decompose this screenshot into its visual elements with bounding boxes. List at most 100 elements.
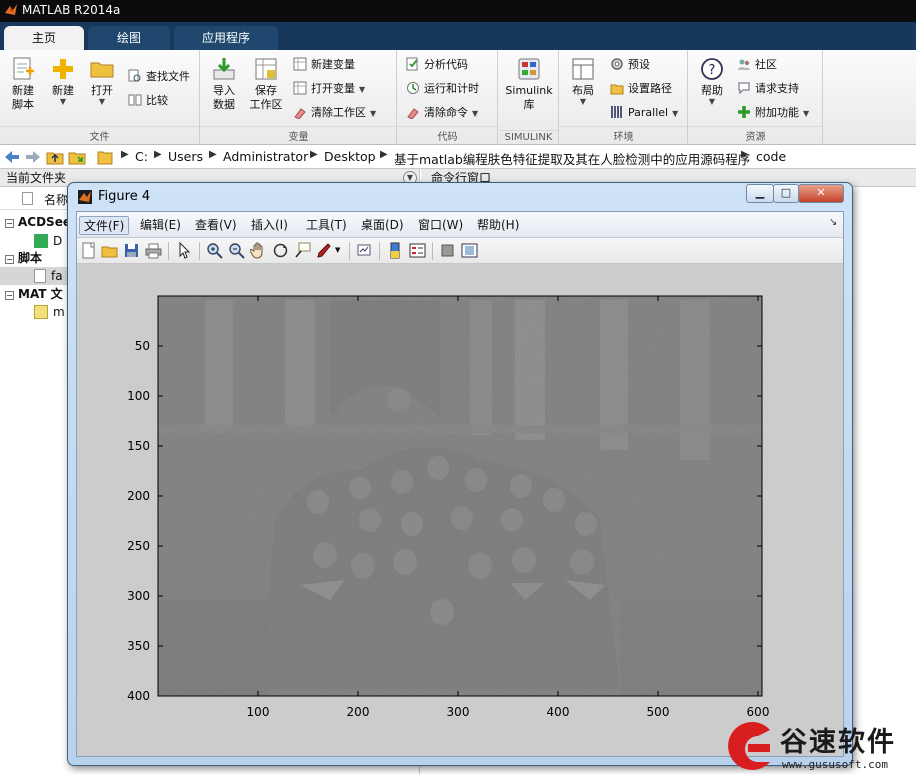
tree-group-mat-files[interactable]: − MAT 文 <box>0 285 63 303</box>
menu-help[interactable]: 帮助(H) <box>473 216 523 235</box>
open-file-icon[interactable] <box>101 242 118 259</box>
tree-group-scripts[interactable]: − 脚本 <box>0 249 42 267</box>
compare-button[interactable]: 比较 <box>128 91 168 111</box>
menu-desktop[interactable]: 桌面(D) <box>357 216 408 235</box>
clear-commands-button[interactable]: 清除命令 ▼ <box>406 103 478 123</box>
preferences-button[interactable]: 预设 <box>610 55 650 75</box>
analyze-code-label: 分析代码 <box>424 58 468 71</box>
open-button[interactable]: 打开 ▼ <box>81 54 123 106</box>
figure-window: Figure 4 ▁ □ ✕ 文件(F) 编辑(E) 查看(V) 插入(I) 工… <box>67 182 853 766</box>
breadcrumb-users[interactable]: Users <box>168 149 203 164</box>
breadcrumb-administrator[interactable]: Administrator <box>223 149 308 164</box>
tree-file-label: D <box>53 234 63 248</box>
tree-group-acdsee[interactable]: − ACDSee <box>0 213 71 231</box>
browse-folder-icon[interactable] <box>68 148 86 166</box>
set-path-button[interactable]: 设置路径 <box>610 79 672 99</box>
add-ons-icon <box>738 106 750 118</box>
breadcrumb-c-drive[interactable]: C: <box>135 149 148 164</box>
run-and-time-icon <box>407 82 419 94</box>
tree-file-label: fa <box>51 269 63 283</box>
breadcrumb-desktop[interactable]: Desktop <box>324 149 376 164</box>
name-column-header[interactable]: 名称 <box>44 191 68 208</box>
tree-file-mat[interactable]: m <box>34 303 65 321</box>
new-label: 新建 <box>52 84 74 97</box>
new-script-button[interactable]: 新建 脚本 <box>2 54 44 112</box>
chevron-down-icon: ▼ <box>708 97 716 106</box>
close-button[interactable]: ✕ <box>798 184 844 203</box>
open-variable-button[interactable]: 打开变量 ▼ <box>293 79 365 99</box>
tab-apps[interactable]: 应用程序 <box>174 26 278 50</box>
request-support-button[interactable]: 请求支持 <box>737 79 799 99</box>
tree-file-script[interactable]: fa <box>0 267 68 285</box>
community-button[interactable]: 社区 <box>737 55 777 75</box>
toolbar-separator <box>349 242 350 260</box>
tab-plots[interactable]: 绘图 <box>88 26 170 50</box>
layout-button[interactable]: 布局 ▼ <box>562 54 604 106</box>
clear-workspace-button[interactable]: 清除工作区 ▼ <box>293 103 376 123</box>
minimize-button[interactable]: ▁ <box>746 184 774 203</box>
collapse-icon[interactable]: − <box>5 291 14 300</box>
collapse-icon[interactable]: − <box>5 255 14 264</box>
new-figure-icon[interactable] <box>80 242 97 259</box>
file-header-icon <box>22 192 33 205</box>
find-files-icon <box>128 69 141 82</box>
analyze-code-button[interactable]: 分析代码 <box>406 55 468 75</box>
open-variable-label: 打开变量 <box>311 82 355 95</box>
zoom-in-icon[interactable] <box>206 242 223 259</box>
chevron-down-icon: ▼ <box>579 97 587 106</box>
tree-file-acdsee[interactable]: D <box>34 232 62 250</box>
menu-file[interactable]: 文件(F) <box>79 216 130 235</box>
menu-tools[interactable]: 工具(T) <box>302 216 351 235</box>
hide-plot-tools-icon[interactable] <box>439 242 456 259</box>
toolbar-separator <box>432 242 433 260</box>
link-plot-icon[interactable] <box>356 242 373 259</box>
forward-arrow-icon[interactable] <box>24 148 42 166</box>
new-variable-button[interactable]: 新建变量 <box>293 55 355 75</box>
layout-icon <box>572 58 594 80</box>
app-title: MATLAB R2014a <box>22 3 121 17</box>
tree-group-label: 脚本 <box>18 251 43 265</box>
run-and-time-button[interactable]: 运行和计时 <box>406 79 479 99</box>
pan-hand-icon[interactable] <box>250 242 267 259</box>
breadcrumb-project-folder[interactable]: 基于matlab编程肤色特征提取及其在人脸检测中的应用源码程序 <box>394 149 750 168</box>
tree-file-label: m <box>53 305 65 319</box>
print-icon[interactable] <box>145 242 162 259</box>
menu-view[interactable]: 查看(V) <box>191 216 241 235</box>
save-workspace-label: 保存 工作区 <box>249 84 283 111</box>
parallel-button[interactable]: Parallel ▼ <box>610 103 678 123</box>
simulink-library-button[interactable]: Simulink 库 <box>503 54 555 112</box>
pointer-icon[interactable] <box>176 242 193 259</box>
legend-icon[interactable] <box>409 242 426 259</box>
save-workspace-button[interactable]: 保存 工作区 <box>245 54 287 112</box>
menu-window[interactable]: 窗口(W) <box>414 216 467 235</box>
maximize-button[interactable]: □ <box>773 184 799 203</box>
show-plot-tools-icon[interactable] <box>461 242 478 259</box>
up-folder-icon[interactable] <box>46 148 64 166</box>
rotate-3d-icon[interactable] <box>272 242 289 259</box>
dock-arrow-icon[interactable]: ↘ <box>829 217 837 228</box>
tab-home[interactable]: 主页 <box>4 26 84 50</box>
help-button[interactable]: ? 帮助 ▼ <box>691 54 733 106</box>
brush-icon[interactable] <box>316 242 333 259</box>
breadcrumb-separator: ▶ <box>121 149 129 160</box>
chevron-down-icon[interactable]: ▼ <box>335 246 340 254</box>
zoom-out-icon[interactable] <box>228 242 245 259</box>
toolbar-separator <box>199 242 200 260</box>
collapse-icon[interactable]: − <box>5 219 14 228</box>
find-files-button[interactable]: 查找文件 <box>128 67 190 87</box>
chevron-down-icon: ▼ <box>472 109 479 118</box>
back-arrow-icon[interactable] <box>3 148 21 166</box>
data-cursor-icon[interactable] <box>294 242 311 259</box>
section-label-code: 代码 <box>398 126 497 143</box>
simulink-label: Simulink 库 <box>505 84 553 111</box>
section-label-file: 文件 <box>0 126 199 143</box>
colorbar-icon[interactable] <box>387 242 404 259</box>
layout-label: 布局 <box>572 84 594 97</box>
save-icon[interactable] <box>123 242 140 259</box>
import-data-button[interactable]: 导入 数据 <box>203 54 245 112</box>
menu-insert[interactable]: 插入(I) <box>247 216 292 235</box>
breadcrumb-code[interactable]: code <box>756 149 786 164</box>
menu-edit[interactable]: 编辑(E) <box>136 216 185 235</box>
new-button[interactable]: 新建 ▼ <box>42 54 84 106</box>
add-ons-button[interactable]: 附加功能 ▼ <box>737 103 809 123</box>
